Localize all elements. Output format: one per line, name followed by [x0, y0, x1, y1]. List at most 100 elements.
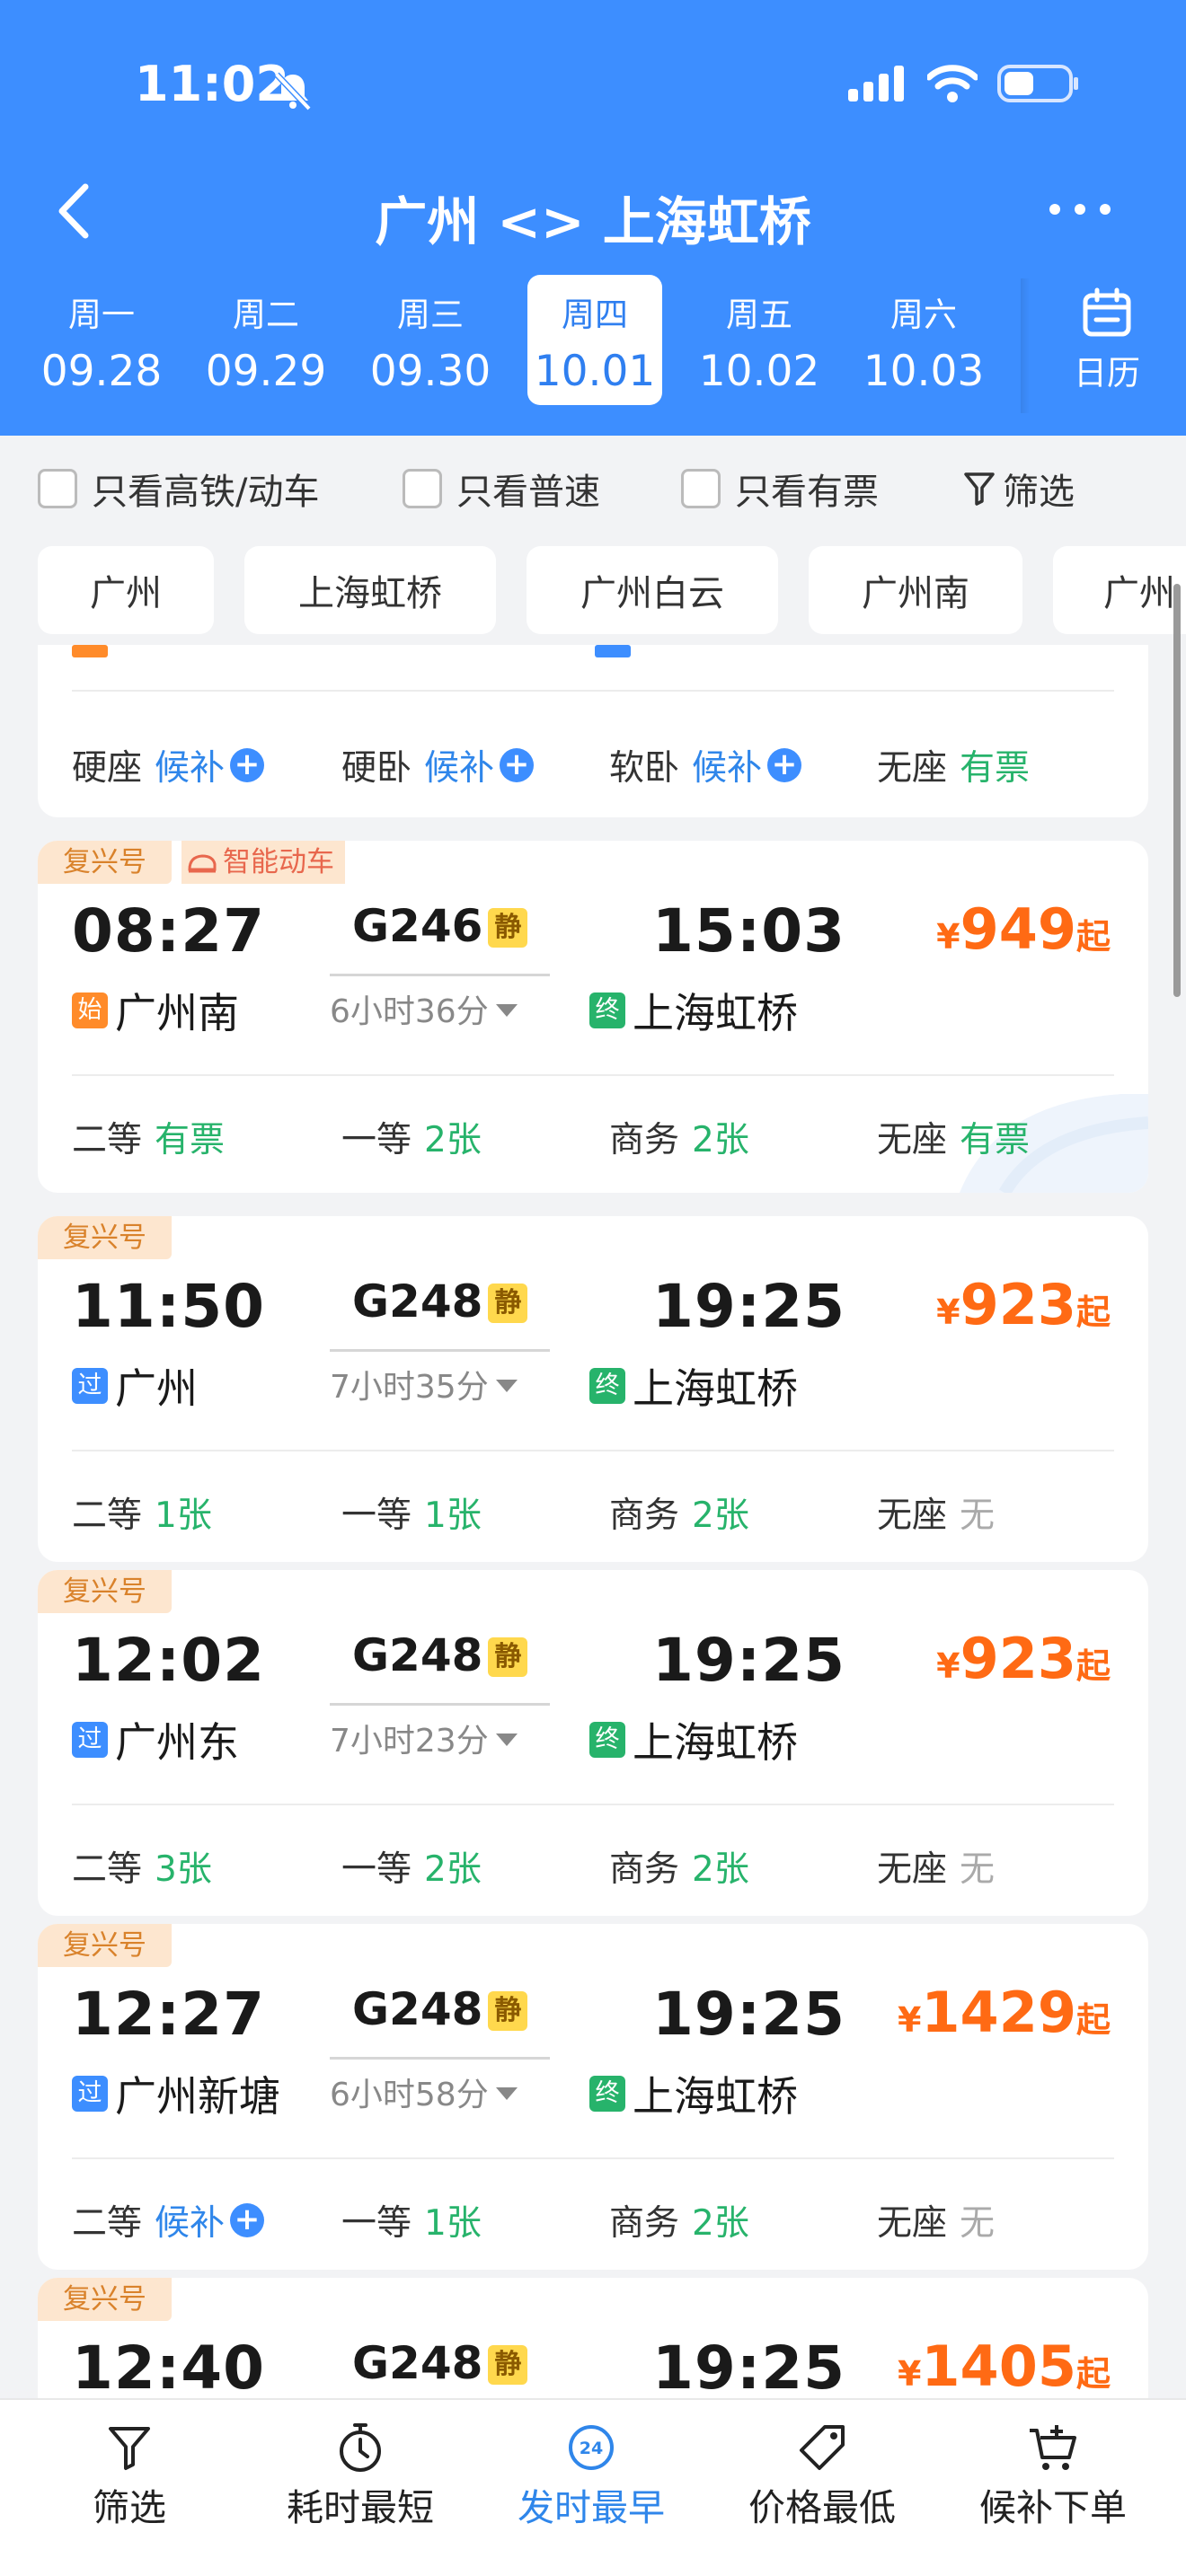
to-station: 终上海虹桥 [589, 1356, 798, 1416]
dropdown-triangle-icon [495, 1380, 518, 1392]
duration-text: 7小时23分 [330, 1723, 489, 1760]
date-tab-tuesday[interactable]: 周二 09.29 [199, 275, 333, 405]
seat-status: 候补 [424, 748, 495, 789]
waitlist-plus-icon[interactable]: + [767, 748, 802, 782]
train-card[interactable]: 复兴号 11:50 G248 静 19:25 ¥923起 7小时35分 过广州 终… [38, 1216, 1148, 1562]
station-name: 上海虹桥 [633, 1364, 798, 1413]
tab-label: 筛选 [93, 2486, 166, 2529]
date-tab-saturday[interactable]: 周六 10.03 [856, 275, 991, 405]
smart-emu-tag: 智能动车 [181, 841, 345, 884]
date-label: 09.29 [205, 347, 327, 396]
weekday-label: 周六 [890, 296, 957, 334]
date-tab-monday[interactable]: 周一 09.28 [34, 275, 169, 405]
station-chip-row: 广州 上海虹桥 广州白云 广州南 广州 [0, 539, 1186, 638]
scrollbar[interactable] [1173, 584, 1181, 997]
to-station: 终上海虹桥 [589, 981, 798, 1040]
date-tab-wednesday[interactable]: 周三 09.30 [363, 275, 498, 405]
seat-class: 无座 [877, 2203, 948, 2244]
seat-soft-sleeper: 软卧 候补 + [609, 740, 802, 790]
quiet-badge: 静 [488, 908, 528, 948]
divider [72, 1450, 1114, 1451]
price-value: 923 [960, 1272, 1076, 1337]
train-card[interactable]: 复兴号 12:02 G248 静 19:25 ¥923起 7小时23分 过广州东 … [38, 1570, 1148, 1916]
duration[interactable]: 6小时36分 [330, 974, 550, 1032]
price: ¥1405起 [898, 2333, 1111, 2398]
train-list[interactable]: 硬座 候补 + 硬卧 候补 + 软卧 候补 + 无座 有票 复兴号 智能动车 0… [0, 645, 1186, 2398]
arrive-time: 19:25 [652, 1980, 846, 2049]
seat-second-class: 二等 3张 [72, 1841, 212, 1892]
seat-hard-sleeper: 硬卧 候补 + [341, 740, 535, 790]
calendar-button[interactable]: 日历 [1062, 287, 1152, 394]
station-chip[interactable]: 广州南 [809, 546, 1022, 634]
tab-lowest-price[interactable]: 价格最低 [723, 2418, 921, 2531]
train-card-partial[interactable]: 硬座 候补 + 硬卧 候补 + 软卧 候补 + 无座 有票 [38, 645, 1148, 817]
high-speed-only-checkbox[interactable]: 只看高铁/动车 [38, 463, 319, 515]
duration[interactable]: 6小时58分 [330, 2057, 550, 2115]
quiet-badge: 静 [488, 1637, 528, 1677]
duration[interactable]: 7小时23分 [330, 1703, 550, 1761]
tab-waitlist-order[interactable]: 候补下单 [954, 2418, 1152, 2531]
waitlist-plus-icon[interactable]: + [500, 748, 535, 782]
train-card[interactable]: 复兴号 12:27 G248 静 19:25 ¥1429起 6小时58分 过广州新… [38, 1924, 1148, 2270]
seat-status: 2张 [424, 1120, 482, 1160]
currency: ¥ [897, 2000, 922, 2040]
arrive-time: 15:03 [652, 896, 846, 966]
station-chip[interactable]: 广州 [38, 546, 214, 634]
station-chip[interactable]: 上海虹桥 [244, 546, 496, 634]
wifi-icon [927, 65, 978, 102]
station-chip[interactable]: 广州 [1053, 546, 1186, 634]
price-suffix: 起 [1075, 1292, 1111, 1332]
date-label: 09.28 [40, 347, 163, 396]
seat-class: 无座 [877, 1120, 948, 1160]
seat-class: 硬卧 [341, 748, 412, 789]
seat-class: 无座 [877, 1849, 948, 1890]
depart-time: 08:27 [72, 896, 266, 966]
price: ¥923起 [936, 1272, 1111, 1337]
tab-earliest-departure[interactable]: 24 发时最早 [492, 2418, 690, 2531]
seat-status: 2张 [692, 1849, 749, 1890]
tab-shortest-duration[interactable]: 耗时最短 [261, 2418, 459, 2531]
waitlist-plus-icon[interactable]: + [230, 748, 265, 782]
seat-status: 2张 [692, 2203, 749, 2244]
start-badge-fragment [72, 645, 108, 657]
seat-class: 无座 [877, 748, 948, 789]
dropdown-triangle-icon [495, 1004, 518, 1017]
seat-first-class: 一等 1张 [341, 1487, 482, 1538]
normal-speed-only-checkbox[interactable]: 只看普速 [403, 463, 600, 515]
seat-first-class: 一等 2张 [341, 1841, 482, 1892]
pass-badge: 过 [72, 2076, 108, 2112]
calendar-divider [1021, 278, 1030, 413]
price-value: 923 [960, 1626, 1076, 1691]
station-name: 广州东 [115, 1718, 239, 1767]
route-title: 广州 <> 上海虹桥 [375, 191, 811, 252]
to-station: 终上海虹桥 [589, 2064, 798, 2123]
date-label: 09.30 [369, 347, 491, 396]
date-tab-friday[interactable]: 周五 10.02 [692, 275, 827, 405]
date-label: 10.03 [863, 347, 985, 396]
station-chip[interactable]: 广州白云 [527, 546, 778, 634]
station-name: 广州 [115, 1364, 198, 1413]
currency: ¥ [897, 2354, 922, 2394]
date-tab-thursday[interactable]: 周四 10.01 [527, 275, 662, 405]
train-card[interactable]: 复兴号 智能动车 08:27 G246 静 15:03 ¥949起 6小时36分 … [38, 841, 1148, 1193]
available-only-checkbox[interactable]: 只看有票 [681, 463, 879, 515]
seat-status: 候补 [155, 748, 226, 789]
train-number-text: G248 [352, 1275, 483, 1328]
screen-filter-button[interactable]: 筛选 [963, 463, 1075, 515]
dropdown-triangle-icon [495, 1734, 518, 1746]
train-number-text: G248 [352, 1983, 483, 2035]
duration-text: 6小时36分 [330, 993, 489, 1030]
waitlist-plus-icon[interactable]: + [230, 2203, 265, 2237]
weekday-label: 周二 [233, 296, 299, 334]
train-card[interactable]: 复兴号 12:40 G248 静 19:25 ¥1405起 [38, 2278, 1148, 2398]
seat-class: 二等 [72, 1495, 143, 1536]
station-name: 广州南 [115, 989, 239, 1037]
seat-first-class: 一等 2张 [341, 1112, 482, 1162]
price-suffix: 起 [1075, 917, 1111, 957]
duration[interactable]: 7小时35分 [330, 1349, 550, 1407]
checkbox-label: 只看高铁/动车 [92, 472, 320, 513]
seat-class: 二等 [72, 2203, 143, 2244]
price: ¥1429起 [898, 1980, 1111, 2045]
tab-filter[interactable]: 筛选 [31, 2418, 228, 2531]
more-menu-icon[interactable] [1044, 196, 1116, 223]
